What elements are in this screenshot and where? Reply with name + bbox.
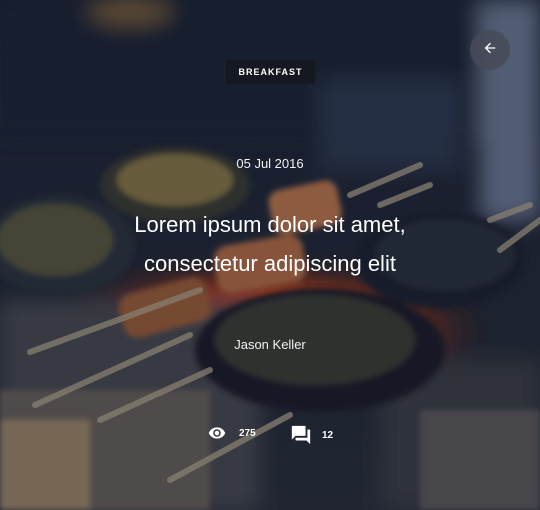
arrow-left-icon xyxy=(482,40,498,61)
eye-icon xyxy=(205,424,229,442)
post-title[interactable]: Lorem ipsum dolor sit amet, consectetur … xyxy=(70,205,470,283)
post-author[interactable]: Jason Keller xyxy=(0,337,540,352)
post-card[interactable]: BREAKFAST 05 Jul 2016 Lorem ipsum dolor … xyxy=(0,0,540,510)
comments-stat[interactable]: 12 xyxy=(290,424,333,446)
post-title-line-2: consectetur adipiscing elit xyxy=(144,251,396,276)
views-count: 275 xyxy=(239,427,256,439)
views-stat: 275 xyxy=(205,424,256,442)
post-title-line-1: Lorem ipsum dolor sit amet, xyxy=(134,212,406,237)
comment-icon xyxy=(290,424,312,446)
post-date: 05 Jul 2016 xyxy=(236,156,304,171)
back-button[interactable] xyxy=(470,30,510,70)
category-tag[interactable]: BREAKFAST xyxy=(226,60,315,84)
comments-count: 12 xyxy=(322,429,334,441)
